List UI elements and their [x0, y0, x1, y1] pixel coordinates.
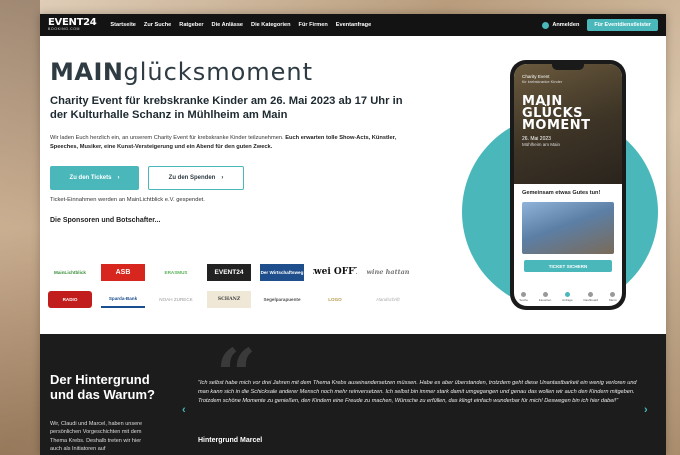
sponsor-logo[interactable]: Der Wirtschaftsweg [260, 264, 304, 281]
phone-tab-menu[interactable]: Menü [609, 292, 617, 302]
chevron-right-icon: › [221, 175, 224, 181]
hero-section: MAINglücksmoment Charity Event für krebs… [50, 58, 410, 224]
sponsor-logo[interactable]: ASB [101, 264, 145, 281]
phone-tab-label: Menü [609, 298, 617, 302]
background-text: Wir, Claudi und Marcel, haben unsere per… [50, 421, 143, 452]
header-actions: Anmelden Für Eventdienstleister [542, 19, 658, 31]
phone-hero-image: Charity Event für krebskranke Kinder MAI… [514, 64, 622, 184]
search-icon [521, 292, 527, 297]
brand-light: glücksmoment [123, 58, 314, 86]
sponsor-logo[interactable]: NOAH ZURECK [154, 291, 198, 308]
sponsor-logo[interactable]: Sparda-Bank [101, 291, 145, 308]
phone-notch [552, 64, 584, 70]
testimonial-quote: "Ich selbst habe mich vor drei Jahren mi… [198, 380, 637, 404]
phone-tab-bar: Suche Favoriten Anfrage Dashboard Menü [514, 292, 622, 302]
phone-group-photo [522, 202, 614, 254]
sponsor-logo[interactable]: ERASMUS [154, 264, 198, 281]
mainglucksmoment-logo: MAINglücksmoment [50, 58, 410, 86]
event24-logo[interactable]: EVENT24 BOOKING.COM [48, 18, 97, 32]
intro-plain: Wir laden Euch herzlich ein, an unserem … [50, 135, 286, 141]
phone-tab-dashboard[interactable]: Dashboard [583, 292, 599, 302]
sponsor-logo[interactable]: EVENT24 [207, 264, 251, 281]
chevron-right-icon[interactable]: › [644, 404, 648, 416]
sponsor-logo[interactable]: MainLichtblick [48, 264, 92, 281]
nav-ratgeber[interactable]: Ratgeber [179, 22, 203, 28]
background-section: “ Der Hintergrund und das Warum? Wir, Cl… [40, 334, 666, 455]
phone-tab-label: Favoriten [538, 298, 552, 302]
nav-die-kategorien[interactable]: Die Kategorien [251, 22, 290, 28]
phone-together-text: Gemeinsam etwas Gutes tun! [522, 190, 601, 196]
phone-brand: MAIN GLÜCKS MOMENT [522, 95, 614, 133]
phone-tab-favorites[interactable]: Favoriten [538, 292, 552, 302]
phone-tab-label: Anfrage [562, 298, 573, 302]
provider-cta-button[interactable]: Für Eventdienstleister [587, 19, 658, 31]
phone-screen: Charity Event für krebskranke Kinder MAI… [514, 64, 622, 306]
phone-tab-label: Suche [519, 298, 528, 302]
brand-bold: MAIN [50, 58, 124, 86]
sponsors-heading: Die Sponsoren und Botschafter... [50, 217, 161, 224]
top-navigation-bar: EVENT24 BOOKING.COM Startseite Zur Suche… [40, 14, 666, 36]
sponsor-logo[interactable]: RADIO [48, 291, 92, 308]
phone-brand-line: MOMENT [522, 118, 591, 133]
chevron-right-icon: › [117, 175, 120, 181]
login-label: Anmelden [552, 22, 580, 28]
nav-fuer-firmen[interactable]: Für Firmen [299, 22, 328, 28]
phone-tab-request[interactable]: Anfrage [562, 292, 573, 302]
main-nav: Startseite Zur Suche Ratgeber Die Anläss… [110, 22, 371, 28]
dashboard-icon [588, 292, 594, 297]
chevron-left-icon[interactable]: ‹ [182, 404, 186, 416]
sponsor-logo[interactable]: zwei OFFT [313, 264, 357, 281]
tickets-label: Zu den Tickets [69, 175, 112, 181]
phone-ticket-button[interactable]: TICKET SICHERN [524, 260, 612, 272]
sponsor-logos: MainLichtblick ASB ERASMUS EVENT24 Der W… [48, 264, 410, 308]
user-icon [542, 21, 550, 29]
nav-zur-suche[interactable]: Zur Suche [144, 22, 171, 28]
sponsor-logo[interactable]: SCHANZ [207, 291, 251, 308]
tickets-button[interactable]: Zu den Tickets › [50, 166, 139, 190]
sponsor-logo[interactable]: LOGO [313, 291, 357, 308]
donate-button[interactable]: Zu den Spenden › [148, 166, 244, 190]
phone-tab-search[interactable]: Suche [519, 292, 528, 302]
phone-location: Mühlheim am Main [522, 142, 561, 147]
event-intro: Wir laden Euch herzlich ein, an unserem … [50, 134, 415, 152]
background-title: Der Hintergrund und das Warum? [50, 372, 155, 402]
webpage: EVENT24 BOOKING.COM Startseite Zur Suche… [40, 14, 666, 455]
donate-label: Zu den Spenden [168, 175, 216, 181]
sponsor-logo[interactable]: Segelparapuente [260, 291, 304, 308]
phone-sublabel: für krebskranke Kinder [522, 79, 563, 84]
nav-eventanfrage[interactable]: Eventanfrage [336, 22, 371, 28]
phone-mockup: Charity Event für krebskranke Kinder MAI… [510, 60, 626, 310]
login-button[interactable]: Anmelden [542, 21, 580, 29]
sponsor-logo[interactable]: Handschrift [366, 291, 410, 308]
menu-icon [610, 292, 616, 297]
phone-tab-label: Dashboard [583, 298, 599, 302]
nav-startseite[interactable]: Startseite [110, 22, 136, 28]
hero-buttons: Zu den Tickets › Zu den Spenden › [50, 166, 410, 190]
tickets-note: Ticket-Einnahmen werden an MainLichtblic… [50, 197, 205, 203]
testimonial-author: Hintergrund Marcel [198, 437, 263, 444]
sponsor-logo[interactable]: wine hattan [366, 264, 410, 281]
heart-icon [542, 292, 548, 297]
logo-sub-text: BOOKING.COM [48, 27, 81, 32]
nav-die-anlaesse[interactable]: Die Anlässe [212, 22, 244, 28]
event-headline: Charity Event für krebskranke Kinder am … [50, 95, 403, 121]
plus-icon [564, 292, 570, 297]
